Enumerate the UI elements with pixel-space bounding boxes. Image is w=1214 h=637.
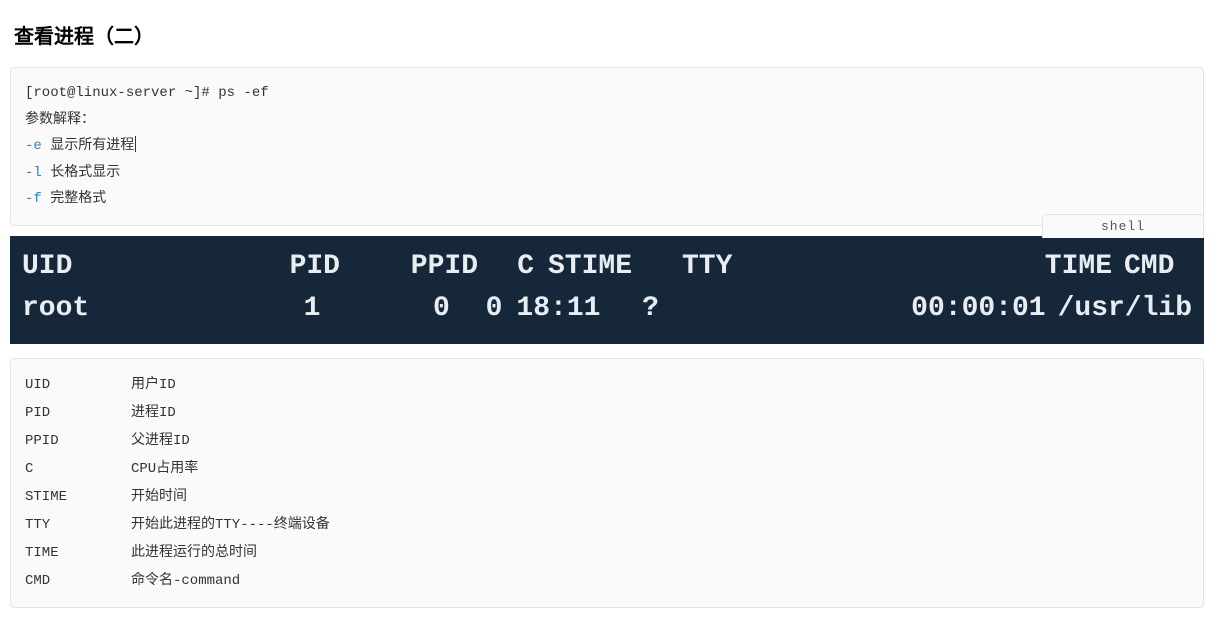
description-key: C: [25, 455, 131, 483]
th-pid: PID: [222, 246, 340, 288]
description-row: TTY开始此进程的TTY----终端设备: [25, 511, 1189, 539]
description-row: TIME此进程运行的总时间: [25, 539, 1189, 567]
td-tty: ?: [642, 288, 745, 330]
terminal-data-row: root 1 0 0 18:11 ? 00:00:01 /usr/lib: [22, 288, 1192, 330]
description-row: STIME开始时间: [25, 483, 1189, 511]
description-key: CMD: [25, 567, 131, 595]
description-key: PID: [25, 399, 131, 427]
description-value: 命令名-command: [131, 567, 1189, 595]
description-row: PPID父进程ID: [25, 427, 1189, 455]
param-line: -e 显示所有进程: [25, 133, 1189, 160]
description-row: UID用户ID: [25, 371, 1189, 399]
param-line: -f 完整格式: [25, 186, 1189, 213]
param-text: 显示所有进程: [42, 138, 134, 154]
th-time: TIME: [792, 246, 1124, 288]
th-c: C: [478, 246, 534, 288]
command-explain-block: [root@linux-server ~]# ps -ef 参数解释： -e 显…: [10, 67, 1204, 226]
param-flag: -f: [25, 191, 42, 207]
description-key: STIME: [25, 483, 131, 511]
td-stime: 18:11: [502, 288, 642, 330]
param-line: -l 长格式显示: [25, 160, 1189, 187]
td-uid: root: [22, 288, 210, 330]
field-description-block: UID用户IDPID进程IDPPID父进程IDCCPU占用率STIME开始时间T…: [10, 358, 1204, 608]
description-value: 用户ID: [131, 371, 1189, 399]
description-key: UID: [25, 371, 131, 399]
terminal-wrapper: shell UID PID PPID C STIME TTY TIME CMD …: [10, 236, 1204, 344]
td-c: 0: [450, 288, 503, 330]
section-title: 查看进程（二）: [14, 20, 1204, 49]
description-row: PID进程ID: [25, 399, 1189, 427]
th-cmd: CMD: [1124, 246, 1174, 288]
param-flag: -l: [25, 165, 42, 181]
th-stime: STIME: [534, 246, 682, 288]
description-key: PPID: [25, 427, 131, 455]
td-time: 00:00:01: [745, 288, 1057, 330]
param-text: 完整格式: [42, 191, 106, 207]
td-pid: 1: [210, 288, 321, 330]
th-ppid: PPID: [340, 246, 478, 288]
param-flag: -e: [25, 138, 42, 154]
terminal-header-row: UID PID PPID C STIME TTY TIME CMD: [22, 246, 1192, 288]
description-key: TIME: [25, 539, 131, 567]
language-tag: shell: [1042, 214, 1204, 238]
description-value: 父进程ID: [131, 427, 1189, 455]
th-uid: UID: [22, 246, 222, 288]
explain-label: 参数解释：: [25, 107, 1189, 134]
td-ppid: 0: [320, 288, 449, 330]
param-text: 长格式显示: [42, 165, 120, 181]
description-value: 开始此进程的TTY----终端设备: [131, 511, 1189, 539]
description-value: 此进程运行的总时间: [131, 539, 1189, 567]
description-value: 进程ID: [131, 399, 1189, 427]
description-value: 开始时间: [131, 483, 1189, 511]
shell-prompt-line: [root@linux-server ~]# ps -ef: [25, 80, 1189, 107]
td-cmd: /usr/lib: [1058, 288, 1192, 330]
description-key: TTY: [25, 511, 131, 539]
description-row: CMD命令名-command: [25, 567, 1189, 595]
terminal-output: UID PID PPID C STIME TTY TIME CMD root 1…: [10, 236, 1204, 344]
description-row: CCPU占用率: [25, 455, 1189, 483]
text-cursor-icon: [135, 136, 136, 152]
description-value: CPU占用率: [131, 455, 1189, 483]
th-tty: TTY: [682, 246, 792, 288]
